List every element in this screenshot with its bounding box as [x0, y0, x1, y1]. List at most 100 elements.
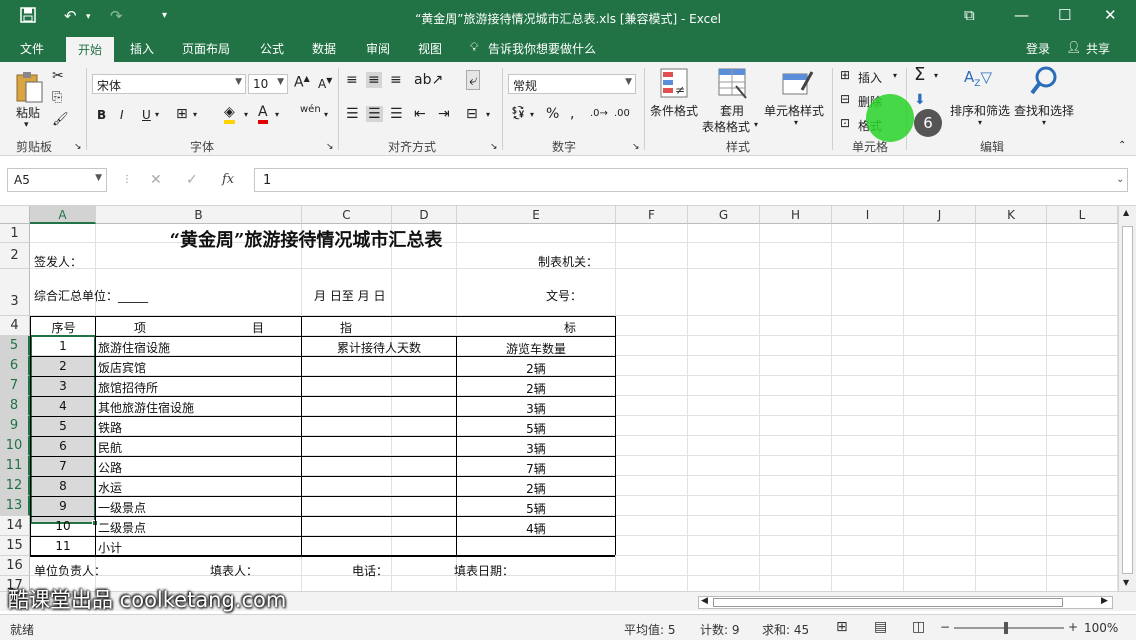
row-header-13[interactable]: 13: [0, 496, 30, 516]
merge-dropdown-icon[interactable]: ▾: [486, 110, 490, 119]
row-header-9[interactable]: 9: [0, 416, 30, 436]
cell-styles-dropdown-icon[interactable]: ▾: [794, 118, 798, 127]
clipboard-launcher-icon[interactable]: ↘: [74, 142, 82, 152]
bold-button[interactable]: B: [97, 108, 106, 122]
column-header-G[interactable]: G: [688, 206, 760, 224]
column-header-F[interactable]: F: [616, 206, 688, 224]
vertical-scrollbar[interactable]: ▲ ▼: [1118, 206, 1136, 591]
column-header-E[interactable]: E: [457, 206, 616, 224]
currency-icon[interactable]: 💱︎: [510, 106, 527, 121]
align-left-icon[interactable]: ☰: [346, 106, 359, 122]
tab-review[interactable]: 审阅: [366, 40, 390, 57]
underline-button[interactable]: U: [142, 108, 151, 122]
italic-button[interactable]: I: [120, 108, 124, 122]
align-right-icon[interactable]: ☰: [390, 106, 403, 122]
page-break-view-icon[interactable]: ◫: [912, 619, 925, 635]
horizontal-scrollbar[interactable]: ◀ ▶: [698, 596, 1113, 609]
close-icon[interactable]: ✕: [1104, 6, 1117, 24]
comma-style-icon[interactable]: ,: [570, 106, 574, 122]
row-header-1[interactable]: 1: [0, 224, 30, 243]
cancel-icon[interactable]: ✕: [150, 172, 162, 188]
scroll-left-icon[interactable]: ◀: [701, 596, 708, 606]
fill-dropdown-icon[interactable]: ▾: [244, 110, 248, 119]
row-header-4[interactable]: 4: [0, 316, 30, 336]
tab-page-layout[interactable]: 页面布局: [182, 40, 230, 57]
conditional-format-button[interactable]: 条件格式: [650, 102, 698, 119]
paste-dropdown-icon[interactable]: ▾: [24, 120, 29, 130]
increase-decimal-icon[interactable]: .0→: [590, 108, 608, 119]
column-header-D[interactable]: D: [392, 206, 457, 224]
format-painter-icon[interactable]: 🖌︎: [52, 112, 69, 127]
autosum-icon[interactable]: Σ: [914, 64, 925, 85]
formula-input[interactable]: 1: [254, 168, 1128, 192]
increase-indent-icon[interactable]: ⇥: [438, 106, 450, 122]
page-layout-view-icon[interactable]: ▤: [874, 619, 887, 635]
number-launcher-icon[interactable]: ↘: [632, 142, 640, 152]
scroll-down-icon[interactable]: ▼: [1123, 578, 1129, 587]
fill-down-icon[interactable]: ⬇: [914, 92, 926, 108]
font-name-select[interactable]: 宋体 ▼: [92, 74, 246, 94]
row-header-7[interactable]: 7: [0, 376, 30, 396]
delete-cells-icon[interactable]: ⊟: [840, 92, 850, 106]
phonetic-icon[interactable]: wén: [300, 104, 321, 115]
share-button[interactable]: 共享: [1086, 40, 1110, 57]
sort-filter-icon[interactable]: AZ▽: [964, 68, 992, 89]
worksheet-grid[interactable]: ABCDEFGHIJKL 1 2 3 4 5 6 7 8 9 10 11 12 13 14 15 16 17 “…: [0, 206, 1136, 591]
column-header-L[interactable]: L: [1047, 206, 1118, 224]
tab-file[interactable]: 文件: [20, 40, 44, 57]
insert-cells-icon[interactable]: ⊞: [840, 68, 850, 82]
format-as-table-label2[interactable]: 表格格式: [702, 118, 750, 135]
cell-styles-button[interactable]: 单元格样式: [764, 102, 824, 119]
tab-home[interactable]: 开始: [66, 37, 115, 62]
align-center-icon[interactable]: ☰: [366, 106, 383, 122]
align-middle-icon[interactable]: ≡: [366, 72, 382, 88]
column-header-K[interactable]: K: [976, 206, 1047, 224]
vertical-scroll-thumb[interactable]: [1122, 226, 1133, 574]
find-dropdown-icon[interactable]: ▾: [1042, 118, 1046, 127]
zoom-slider-thumb[interactable]: [1004, 622, 1008, 634]
select-all-corner[interactable]: [0, 206, 30, 224]
tab-view[interactable]: 视图: [418, 40, 442, 57]
autosum-dropdown-icon[interactable]: ▾: [934, 71, 938, 80]
align-bottom-icon[interactable]: ≡: [390, 72, 402, 88]
row-header-16[interactable]: 16: [0, 556, 30, 576]
column-header-A[interactable]: A: [30, 206, 96, 224]
row-header-6[interactable]: 6: [0, 356, 30, 376]
scroll-right-icon[interactable]: ▶: [1101, 596, 1108, 606]
alignment-launcher-icon[interactable]: ↘: [490, 142, 498, 152]
row-header-11[interactable]: 11: [0, 456, 30, 476]
column-header-C[interactable]: C: [302, 206, 392, 224]
tab-insert[interactable]: 插入: [130, 40, 154, 57]
format-as-table-label1[interactable]: 套用: [720, 102, 744, 119]
row-header-10[interactable]: 10: [0, 436, 30, 456]
tab-data[interactable]: 数据: [312, 40, 336, 57]
phonetic-dropdown-icon[interactable]: ▾: [324, 110, 328, 119]
maximize-icon[interactable]: ☐: [1058, 6, 1071, 24]
font-color-dropdown-icon[interactable]: ▾: [275, 110, 279, 119]
decrease-decimal-icon[interactable]: .00: [614, 108, 630, 119]
zoom-level[interactable]: 100%: [1084, 621, 1118, 635]
decrease-font-icon[interactable]: A▼: [318, 76, 332, 91]
row-header-5[interactable]: 5: [0, 336, 30, 356]
align-top-icon[interactable]: ≡: [346, 72, 358, 88]
font-launcher-icon[interactable]: ↘: [326, 142, 334, 152]
orientation-icon[interactable]: ab↗: [414, 72, 443, 88]
insert-function-button[interactable]: fx: [222, 172, 234, 187]
number-format-select[interactable]: 常规 ▼: [508, 74, 636, 94]
paste-icon[interactable]: [14, 70, 44, 104]
tab-formulas[interactable]: 公式: [260, 40, 284, 57]
format-cells-icon[interactable]: ⊡: [840, 116, 850, 130]
normal-view-icon[interactable]: ⊞: [836, 619, 848, 635]
underline-dropdown-icon[interactable]: ▾: [155, 110, 159, 119]
column-header-B[interactable]: B: [96, 206, 302, 224]
row-header-3[interactable]: 3: [0, 269, 30, 316]
cell-styles-icon[interactable]: [782, 68, 814, 103]
zoom-out-icon[interactable]: −: [940, 620, 950, 634]
currency-dropdown-icon[interactable]: ▾: [530, 110, 534, 119]
row-header-8[interactable]: 8: [0, 396, 30, 416]
merge-center-icon[interactable]: ⊟: [466, 106, 478, 122]
zoom-slider[interactable]: [954, 627, 1064, 629]
format-as-table-icon[interactable]: [718, 68, 748, 103]
row-header-12[interactable]: 12: [0, 476, 30, 496]
border-icon[interactable]: ⊞: [176, 106, 188, 122]
